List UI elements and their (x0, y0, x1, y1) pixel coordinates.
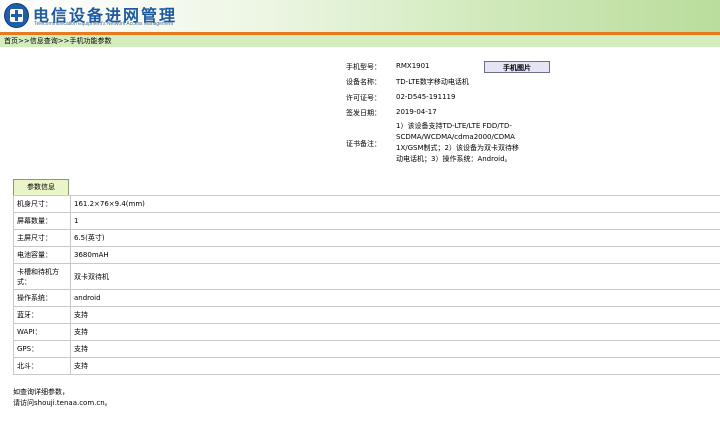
device-name-value: TD-LTE数字移动电话机 (396, 78, 469, 86)
param-value: 3680mAH (70, 246, 720, 264)
param-label: 卡槽和待机方式： (13, 263, 71, 290)
breadcrumb[interactable]: 首页>>信息查询>>手机功能参数 (0, 35, 720, 47)
license-value: 02-D545-191119 (396, 93, 456, 101)
device-name-label: 设备名称： (346, 78, 381, 86)
param-label: 蓝牙： (13, 306, 71, 324)
issue-date-label: 签发日期： (346, 109, 381, 117)
footer-link[interactable]: 请访问shouji.tenaa.com.cn。 (13, 398, 112, 409)
param-value: 1 (70, 212, 720, 230)
table-row: 北斗： 支持 (13, 357, 720, 375)
param-value: 双卡双待机 (70, 263, 720, 290)
table-row: 操作系统： android (13, 289, 720, 307)
model-value: RMX1901 (396, 62, 430, 70)
table-row: 电池容量： 3680mAH (13, 246, 720, 264)
table-row: WAPI： 支持 (13, 323, 720, 341)
param-label: 屏幕数量： (13, 212, 71, 230)
license-label: 许可证号： (346, 94, 381, 102)
param-label: WAPI： (13, 323, 71, 341)
remarks-line: 1）该设备支持TD-LTE/LTE FDD/TD- (396, 122, 512, 130)
remarks-line: 1X/GSM制式；2）该设备为双卡双待移 (396, 144, 519, 152)
param-value: android (70, 289, 720, 307)
param-label: GPS： (13, 340, 71, 358)
table-row: 卡槽和待机方式： 双卡双待机 (13, 263, 720, 290)
footer-note: 如查询详细参数， 请访问shouji.tenaa.com.cn。 (13, 387, 112, 409)
param-table: 机身尺寸： 161.2×76×9.4(mm) 屏幕数量： 1 主屏尺寸： 6.5… (13, 195, 720, 375)
param-value: 支持 (70, 323, 720, 341)
remarks-value: 1）该设备支持TD-LTE/LTE FDD/TD- SCDMA/WCDMA/cd… (396, 121, 536, 165)
tenaa-logo (4, 3, 29, 28)
param-value: 6.5(英寸) (70, 229, 720, 247)
phone-photo-button[interactable]: 手机图片 (484, 61, 550, 73)
site-header: 电信设备进网管理 Telecommunication Equipment's N… (0, 0, 720, 32)
param-label: 主屏尺寸： (13, 229, 71, 247)
issue-date-value: 2019-04-17 (396, 108, 437, 116)
param-value: 支持 (70, 357, 720, 375)
param-label: 操作系统： (13, 289, 71, 307)
param-section-tab: 参数信息 (13, 179, 69, 195)
table-row: 蓝牙： 支持 (13, 306, 720, 324)
param-label: 电池容量： (13, 246, 71, 264)
site-subtitle: Telecommunication Equipment's Network Ac… (34, 21, 174, 27)
remarks-line: 动电话机；3）操作系统：Android。 (396, 155, 512, 163)
param-value: 支持 (70, 340, 720, 358)
model-label: 手机型号： (346, 63, 381, 71)
table-row: 屏幕数量： 1 (13, 212, 720, 230)
remarks-line: SCDMA/WCDMA/cdma2000/CDMA (396, 133, 515, 141)
param-value: 161.2×76×9.4(mm) (70, 195, 720, 213)
param-label: 北斗： (13, 357, 71, 375)
remarks-label: 证书备注： (346, 140, 381, 148)
footer-line: 如查询详细参数， (13, 388, 69, 396)
param-label: 机身尺寸： (13, 195, 71, 213)
table-row: 机身尺寸： 161.2×76×9.4(mm) (13, 195, 720, 213)
param-value: 支持 (70, 306, 720, 324)
table-row: 主屏尺寸： 6.5(英寸) (13, 229, 720, 247)
table-row: GPS： 支持 (13, 340, 720, 358)
